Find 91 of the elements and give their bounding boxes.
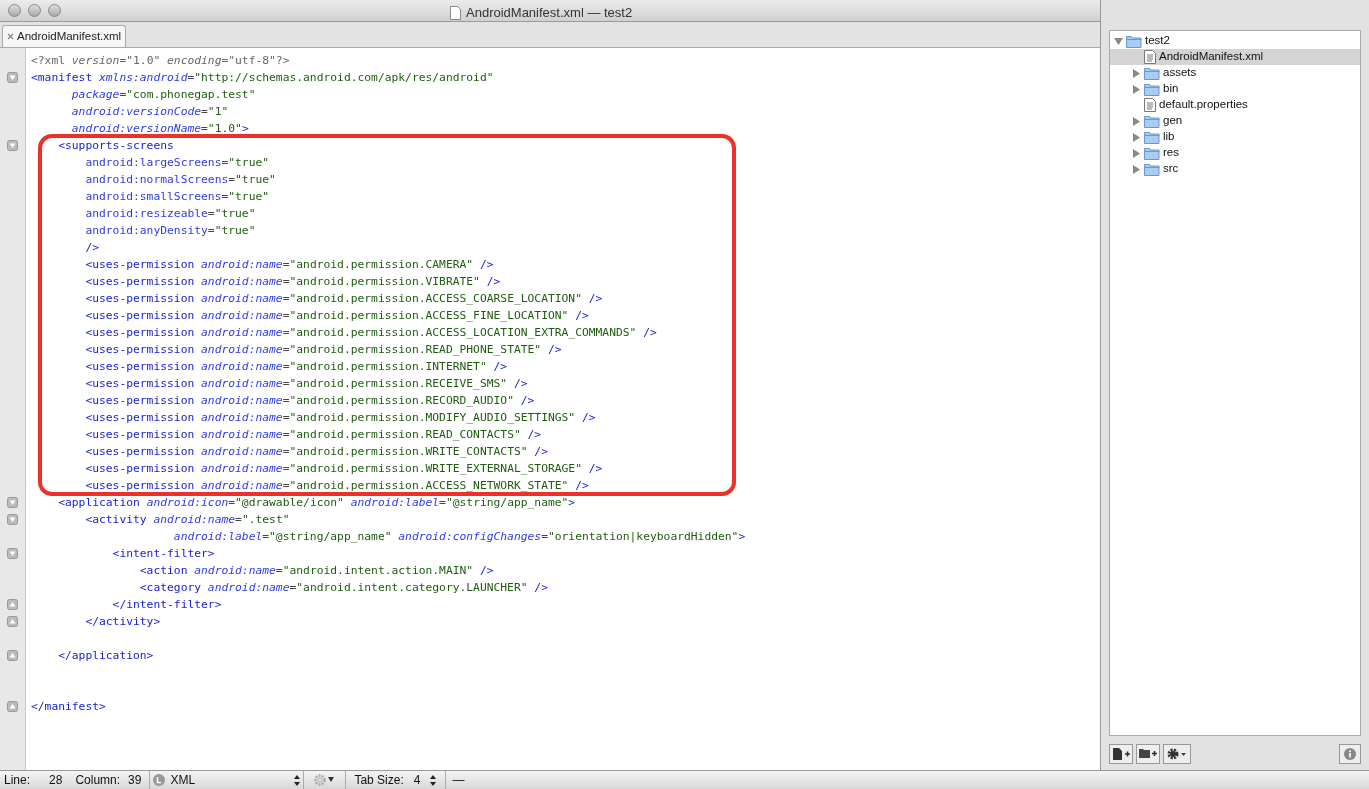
settings-icon	[1167, 747, 1187, 760]
code-line: <application android:icon="@drawable/icon" android:label="@string/app_name">	[57, 496, 576, 509]
code-line: <uses-permission android:name="android.permission.ACCESS_LOCATION_EXTRA_COMMANDS" />	[84, 326, 657, 339]
folder-icon	[1144, 162, 1160, 176]
code-line: android:normalScreens="true"	[84, 173, 276, 186]
folder-icon	[1144, 114, 1160, 128]
code-line: android:versionCode="1"	[70, 105, 229, 118]
stepper-icon	[294, 774, 301, 786]
expanded-triangle-icon[interactable]	[1114, 36, 1123, 46]
new-folder-button[interactable]	[1136, 743, 1160, 764]
info-icon	[1344, 747, 1356, 760]
line-number: 28	[48, 772, 63, 789]
text-file-icon	[1144, 50, 1156, 64]
code-line: android:anyDensity="true"	[84, 224, 256, 237]
fold-end-icon[interactable]	[7, 599, 18, 610]
folder-icon	[1144, 146, 1160, 160]
code-line: android:largeScreens="true"	[84, 156, 270, 169]
line-label: Line:	[3, 772, 31, 789]
code-line: <uses-permission android:name="android.permission.ACCESS_FINE_LOCATION" />	[84, 309, 589, 322]
tab-size-label: Tab Size:	[354, 772, 404, 789]
tree-item[interactable]: lib	[1110, 129, 1360, 145]
info-button[interactable]	[1339, 743, 1361, 764]
code-line: android:smallScreens="true"	[84, 190, 270, 203]
code-line: <uses-permission android:name="android.permission.CAMERA" />	[84, 258, 494, 271]
code-line: android:label="@string/app_name" android:configChanges="orientation|keyboardHidden">	[172, 530, 746, 543]
folder-icon	[1144, 130, 1160, 144]
new-file-icon	[1112, 747, 1130, 760]
zoom-window-button[interactable]	[48, 4, 61, 17]
code-line: <supports-screens	[57, 139, 174, 152]
fold-end-icon[interactable]	[7, 650, 18, 661]
code-line: <uses-permission android:name="android.permission.VIBRATE" />	[84, 275, 501, 288]
code-line: <intent-filter>	[111, 547, 215, 560]
code-line: <action android:name="android.intent.action.MAIN" />	[138, 564, 494, 577]
new-folder-icon	[1139, 748, 1157, 759]
tree-item[interactable]: AndroidManifest.xml	[1110, 49, 1360, 65]
tree-item[interactable]: src	[1110, 161, 1360, 177]
tree-item[interactable]: gen	[1110, 113, 1360, 129]
code-line: <uses-permission android:name="android.permission.WRITE_CONTACTS" />	[84, 445, 548, 458]
code-line: android:resizeable="true"	[84, 207, 256, 220]
fold-start-icon[interactable]	[7, 72, 18, 83]
code-line: <uses-permission android:name="android.permission.ACCESS_NETWORK_STATE" />	[84, 479, 589, 492]
code-line: </application>	[57, 649, 154, 662]
tab-size-value[interactable]: 4	[413, 771, 421, 789]
language-icon	[153, 774, 166, 786]
new-file-button[interactable]	[1109, 743, 1133, 764]
code-line: <uses-permission android:name="android.permission.ACCESS_COARSE_LOCATION" />	[84, 292, 603, 305]
code-line: </activity>	[84, 615, 161, 628]
code-line: package="com.phonegap.test"	[70, 88, 256, 101]
fold-end-icon[interactable]	[7, 701, 18, 712]
code-line: />	[84, 241, 99, 254]
code-line: <uses-permission android:name="android.permission.RECORD_AUDIO" />	[84, 394, 535, 407]
gear-icon	[313, 774, 336, 786]
text-file-icon	[1144, 98, 1156, 112]
fold-start-icon[interactable]	[7, 497, 18, 508]
fold-start-icon[interactable]	[7, 140, 18, 151]
code-line: <?xml version="1.0" encoding="utf-8"?>	[31, 54, 290, 67]
tree-item[interactable]: bin	[1110, 81, 1360, 97]
folder-icon	[1144, 82, 1160, 96]
code-line: <uses-permission android:name="android.permission.READ_CONTACTS" />	[84, 428, 542, 441]
close-tab-icon[interactable]	[7, 33, 14, 40]
document-icon	[450, 5, 461, 20]
column-number: 39	[127, 772, 143, 789]
column-label: Column:	[74, 772, 121, 789]
folder-icon	[1126, 34, 1142, 48]
code-line: android:versionName="1.0">	[70, 122, 249, 135]
file-tab[interactable]: AndroidManifest.xml	[2, 25, 127, 47]
code-line: <category android:name="android.intent.category.LAUNCHER" />	[138, 581, 548, 594]
code-line: </intent-filter>	[111, 598, 222, 611]
code-line: <uses-permission android:name="android.permission.WRITE_EXTERNAL_STORAGE" />	[84, 462, 603, 475]
tree-item[interactable]: test2	[1110, 33, 1360, 49]
language-dropdown[interactable]: XML	[149, 770, 305, 789]
settings-button[interactable]	[1163, 743, 1191, 764]
stepper-icon[interactable]	[430, 774, 437, 786]
code-line: <uses-permission android:name="android.permission.READ_PHONE_STATE" />	[84, 343, 562, 356]
code-line: <manifest xmlns:android="http://schemas.android.com/apk/res/android"	[31, 71, 494, 84]
code-line: <uses-permission android:name="android.permission.MODIFY_AUDIO_SETTINGS" />	[84, 411, 596, 424]
window-title: AndroidManifest.xml — test2	[466, 4, 633, 22]
close-window-button[interactable]	[8, 4, 21, 17]
minimize-window-button[interactable]	[28, 4, 41, 17]
fold-end-icon[interactable]	[7, 616, 18, 627]
fold-start-icon[interactable]	[7, 514, 18, 525]
code-line: <uses-permission android:name="android.permission.RECEIVE_SMS" />	[84, 377, 528, 390]
symbol-popup[interactable]: —	[446, 771, 465, 789]
tree-item[interactable]: default.properties	[1110, 97, 1360, 113]
folder-icon	[1144, 66, 1160, 80]
tree-item[interactable]: res	[1110, 145, 1360, 161]
tree-item[interactable]: assets	[1110, 65, 1360, 81]
code-line: <uses-permission android:name="android.permission.INTERNET" />	[84, 360, 508, 373]
code-line: </manifest>	[31, 700, 106, 713]
code-line: <activity android:name=".test"	[84, 513, 290, 526]
fold-start-icon[interactable]	[7, 548, 18, 559]
